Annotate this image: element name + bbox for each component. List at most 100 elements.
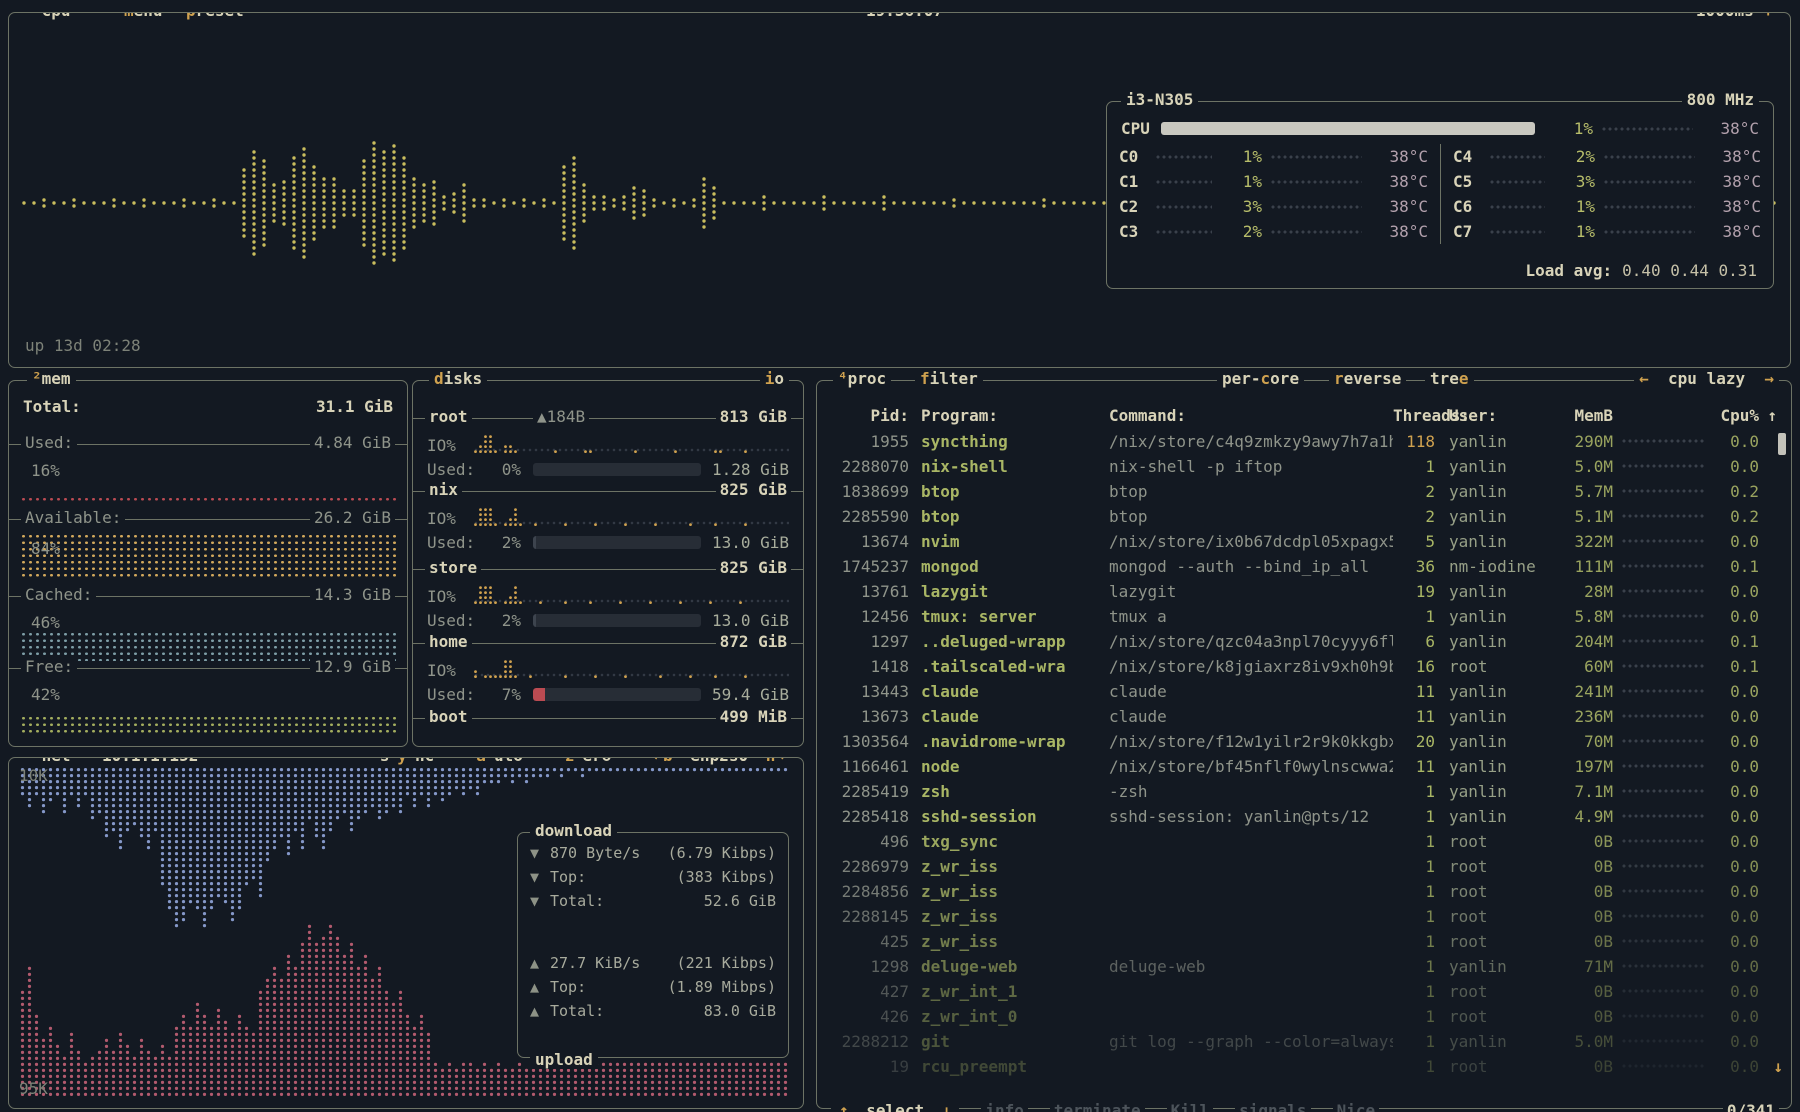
process-row[interactable]: 2288070nix-shellnix-shell -p iftop1yanli…	[817, 454, 1791, 479]
disk-divider-boot: boot499 MiB	[413, 718, 803, 719]
select-control: ↑ select ↓	[831, 1101, 959, 1112]
iface-prev-button[interactable]: ←b	[649, 757, 676, 765]
signals-button[interactable]: signals	[1235, 1101, 1310, 1112]
core-usage-percent: 1%	[1551, 222, 1595, 241]
process-row[interactable]: 2285419zsh-zsh1yanlin7.1M0.0	[817, 779, 1791, 804]
core-history-graph	[1155, 200, 1212, 214]
process-row[interactable]: 13673claudeclaude11yanlin236M0.0	[817, 704, 1791, 729]
process-row[interactable]: 2288212gitgit log --graph --color=always…	[817, 1029, 1791, 1054]
disk-io-graph	[473, 586, 789, 606]
per-core-toggle[interactable]: per-core	[1217, 369, 1304, 388]
process-row[interactable]: 2288145z_wr_iss1root0B0.0	[817, 904, 1791, 929]
download-stat-row-icon: ▼	[530, 844, 550, 862]
disk-io-graph	[473, 660, 789, 680]
col-user[interactable]: User:	[1449, 403, 1551, 428]
process-row[interactable]: 12456tmux: servertmux a1yanlin5.8M0.0	[817, 604, 1791, 629]
process-row[interactable]: 1838699btopbtop2yanlin5.7M0.2	[817, 479, 1791, 504]
terminate-button[interactable]: terminate	[1050, 1101, 1145, 1112]
process-row[interactable]: 1297..deluged-wrapp/nix/store/qzc04a3npl…	[817, 629, 1791, 654]
select-down-icon[interactable]: ↓	[938, 1101, 956, 1112]
process-panel-title[interactable]: ⁴proc	[833, 369, 891, 388]
load-average: Load avg:0.40 0.44 0.31	[1525, 261, 1757, 280]
process-row[interactable]: 1955syncthing/nix/store/c4q9zmkzy9awy7h7…	[817, 429, 1791, 454]
kill-button[interactable]: Kill	[1167, 1101, 1214, 1112]
process-cpu-graph	[1621, 509, 1705, 523]
memory-panel-title[interactable]: ²mem	[27, 369, 76, 388]
process-row[interactable]: 2284856z_wr_iss1root0B0.0	[817, 879, 1791, 904]
disks-io-toggle[interactable]: io	[760, 369, 789, 388]
mem-cached-divider: Cached:14.3 GiB	[9, 596, 407, 597]
core-row: C23%38°C	[1107, 194, 1440, 219]
process-cpu-graph	[1621, 809, 1705, 823]
preset-star: *	[253, 12, 263, 20]
cpu-panel-hotkey: ¹	[32, 12, 42, 20]
reverse-toggle[interactable]: reverse	[1329, 369, 1406, 388]
disks-panel-title[interactable]: disks	[429, 369, 487, 388]
sort-next-button[interactable]: →	[1764, 369, 1774, 388]
core-temperature: 38°C	[1703, 147, 1761, 166]
mem-available-divider: Available:26.2 GiB	[9, 519, 407, 520]
process-cpu-graph	[1621, 584, 1705, 598]
col-command[interactable]: Command:	[1109, 403, 1393, 428]
cpu-panel-title[interactable]: ¹cpu	[27, 12, 76, 20]
process-cpu-graph	[1621, 634, 1705, 648]
update-interval: - 1000ms +	[1672, 12, 1778, 20]
core-row: C32%38°C	[1107, 219, 1440, 244]
download-scale-label: 10K	[19, 766, 48, 785]
core-temp-graph	[1603, 175, 1695, 189]
net-sync-toggle[interactable]: sync	[372, 757, 443, 765]
memory-panel: ²mem Total:31.1 GiB Used:4.84 GiB 16% Av…	[8, 380, 408, 747]
select-up-icon[interactable]: ↑	[835, 1101, 853, 1112]
net-auto-toggle[interactable]: auto	[468, 757, 531, 765]
interval-decrease-button[interactable]: -	[1677, 12, 1687, 20]
col-threads[interactable]: Threads:	[1393, 403, 1435, 428]
core-history-graph	[1155, 150, 1212, 164]
process-row[interactable]: 19rcu_preempt1root0B0.0	[817, 1054, 1791, 1079]
col-pid[interactable]: Pid:	[831, 403, 909, 428]
preset-button[interactable]: preset *	[181, 12, 268, 20]
process-row[interactable]: 13674nvim/nix/store/ix0b67dcdpl05xpagx5x…	[817, 529, 1791, 554]
process-row[interactable]: 1298deluge-webdeluge-web1yanlin71M0.0	[817, 954, 1791, 979]
cpu-total-row: CPU 1% 38°C	[1107, 116, 1773, 141]
filter-button[interactable]: filter	[915, 369, 983, 388]
net-zero-toggle[interactable]: zero	[557, 757, 620, 765]
cpu-panel: ¹cpu menu preset * 19:36:07 - 1000ms + u…	[8, 12, 1791, 368]
menu-button[interactable]: menu	[119, 12, 168, 20]
process-row[interactable]: 426z_wr_int_01root0B0.0	[817, 1004, 1791, 1029]
process-row[interactable]: 427z_wr_int_11root0B0.0	[817, 979, 1791, 1004]
col-cpu[interactable]: Cpu%	[1713, 403, 1759, 428]
mem-free-graph	[20, 715, 396, 733]
interval-value: 1000ms	[1696, 12, 1754, 20]
process-row[interactable]: 13761lazygitlazygit19yanlin28M0.0	[817, 579, 1791, 604]
uptime-label: up 13d 02:28	[25, 336, 141, 355]
sort-direction-icon: ↑	[1759, 403, 1777, 428]
network-panel-title[interactable]: ³net	[27, 757, 76, 765]
process-row[interactable]: 13443claudeclaude11yanlin241M0.0	[817, 679, 1791, 704]
process-cpu-graph	[1621, 684, 1705, 698]
col-program[interactable]: Program:	[921, 403, 1101, 428]
disk-io-activity: ▲184B	[533, 407, 589, 426]
core-row: C01%38°C	[1107, 144, 1440, 169]
process-row[interactable]: 425z_wr_iss1root0B0.0	[817, 929, 1791, 954]
process-cpu-graph	[1621, 609, 1705, 623]
process-row[interactable]: 2285590btopbtop2yanlin5.1M0.2	[817, 504, 1791, 529]
nice-button[interactable]: Nice	[1333, 1101, 1380, 1112]
process-row[interactable]: 1418.tailscaled-wra/nix/store/k8jgiaxrz8…	[817, 654, 1791, 679]
process-row[interactable]: 2285418sshd-sessionsshd-session: yanlin@…	[817, 804, 1791, 829]
sort-prev-button[interactable]: ←	[1639, 369, 1649, 388]
mem-total-row: Total:31.1 GiB	[23, 397, 393, 416]
scroll-down-icon[interactable]: ↓	[1773, 1057, 1783, 1076]
process-row[interactable]: 496txg_sync1root0B0.0	[817, 829, 1791, 854]
process-row[interactable]: 1745237mongodmongod --auth --bind_ip_all…	[817, 554, 1791, 579]
core-label: C2	[1119, 197, 1155, 216]
process-row[interactable]: 2286979z_wr_iss1root0B0.0	[817, 854, 1791, 879]
process-scrollbar[interactable]	[1778, 433, 1786, 455]
process-row[interactable]: 1166461node/nix/store/bf45nflf0wylnscwwa…	[817, 754, 1791, 779]
selection-count: 0/341	[1723, 1101, 1779, 1112]
process-row[interactable]: 1303564.navidrome-wrap/nix/store/f12w1yi…	[817, 729, 1791, 754]
col-memb[interactable]: MemB	[1551, 403, 1613, 428]
tree-toggle[interactable]: tree	[1425, 369, 1474, 388]
iface-next-button[interactable]: n→	[762, 757, 789, 765]
info-button[interactable]: info	[981, 1101, 1028, 1112]
interval-increase-button[interactable]: +	[1763, 12, 1773, 20]
